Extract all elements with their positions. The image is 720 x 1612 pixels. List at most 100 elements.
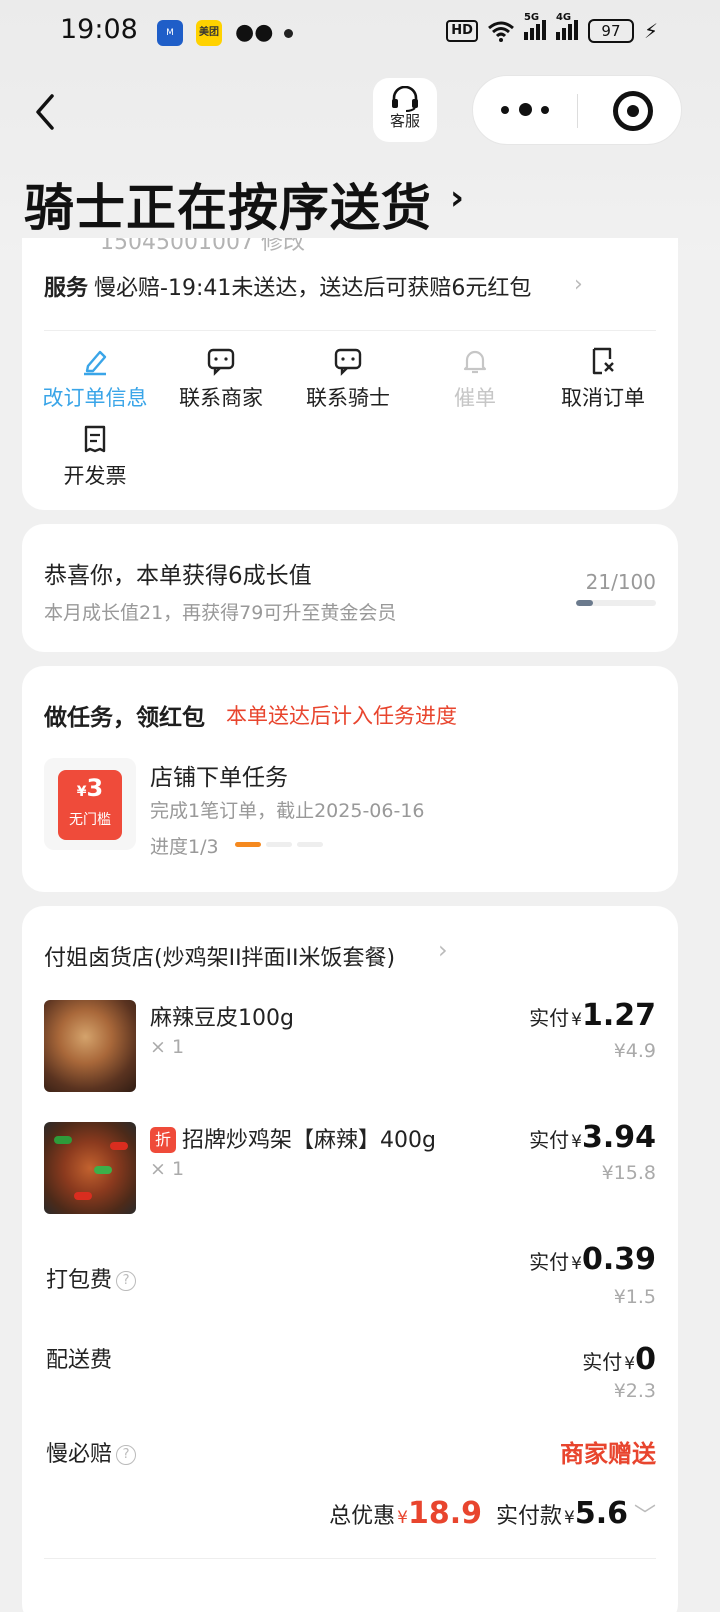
chat-icon <box>334 348 362 376</box>
product-image[interactable] <box>44 1122 136 1214</box>
cancel-order-button[interactable]: 取消订单 <box>538 346 668 412</box>
currency-symbol: ¥ <box>564 1508 575 1528</box>
growth-progress-fill <box>576 600 593 606</box>
currency-symbol: ¥ <box>571 1132 582 1152</box>
issue-invoice-label: 开发票 <box>63 464 127 488</box>
issue-invoice-button[interactable]: 开发票 <box>30 424 160 490</box>
total-paid-label: 实付款 <box>495 1504 562 1529</box>
product-original-price: ¥4.9 <box>613 1040 656 1062</box>
paid-value: 0 <box>635 1342 656 1377</box>
back-arrow-icon <box>36 94 54 130</box>
charging-icon: ⚡ <box>643 19 658 43</box>
battery-indicator: 97 <box>587 19 634 43</box>
delivery-fee-original: ¥2.3 <box>613 1380 656 1402</box>
meituan-app-icon: 美团 <box>196 20 222 46</box>
task-progress-segment <box>235 842 261 847</box>
urge-order-label: 催单 <box>454 386 496 410</box>
edit-order-label: 改订单信息 <box>42 386 148 410</box>
task-section-title: 做任务，领红包 <box>44 705 205 731</box>
customer-service-button[interactable]: 客服 <box>373 78 437 142</box>
invoice-icon <box>84 425 106 453</box>
coupon-icon: ¥3 无门槛 <box>58 770 122 840</box>
shop-name[interactable]: 付姐卤货店(炒鸡架II拌面II米饭套餐) <box>44 940 395 972</box>
product-image[interactable] <box>44 1000 136 1092</box>
more-dots-icon <box>501 106 509 114</box>
discount-tag: 折 <box>150 1127 176 1153</box>
hd-voice-icon: HD <box>446 20 478 42</box>
urge-order-button[interactable]: 催单 <box>410 346 540 412</box>
chevron-right-icon[interactable]: › <box>438 936 448 964</box>
coupon-value: 3 <box>86 774 104 802</box>
paid-label: 实付 <box>529 1250 570 1274</box>
product-name-text: 招牌炒鸡架【麻辣】400g <box>182 1128 436 1153</box>
currency-symbol: ¥ <box>571 1254 582 1274</box>
chevron-down-icon[interactable]: ﹀ <box>634 1498 656 1530</box>
status-indicators: HD 5G 4G 97 ⚡ <box>446 12 658 46</box>
edit-order-button[interactable]: 改订单信息 <box>30 346 160 412</box>
product-name: 麻辣豆皮100g <box>150 1006 294 1031</box>
wifi-icon <box>487 21 514 42</box>
capsule-divider <box>577 94 578 128</box>
mobile-app-icon: M <box>157 20 183 46</box>
slow-compensation-label: 慢必赔? <box>46 1436 137 1468</box>
contact-rider-button[interactable]: 联系骑士 <box>283 346 413 412</box>
customer-service-label: 客服 <box>389 112 420 130</box>
paid-value: 0.39 <box>581 1242 656 1277</box>
service-text: 慢必赔-19:41未送达，送达后可获赔6元红包 <box>94 276 532 301</box>
signal-5g: 5G <box>523 12 546 44</box>
product-quantity: × 1 <box>150 1158 185 1180</box>
help-icon[interactable]: ? <box>116 1445 137 1465</box>
total-paid-value: 5.6 <box>574 1496 628 1531</box>
order-total-row[interactable]: 总优惠 ¥ 18.9 实付款 ¥ 5.6 ﹀ <box>329 1496 656 1531</box>
wechat-app-icon: ●● <box>235 20 274 45</box>
target-icon <box>627 105 639 117</box>
task-description: 完成1笔订单，截止2025-06-16 <box>150 800 425 822</box>
bell-icon <box>463 350 487 374</box>
coupon-tag: 无门槛 <box>69 812 111 828</box>
cancel-order-label: 取消订单 <box>561 386 645 410</box>
service-row[interactable]: 服务 慢必赔-19:41未送达，送达后可获赔6元红包 <box>44 270 531 302</box>
close-mini-program-button[interactable] <box>613 91 653 131</box>
product-paid-price: 实付 ¥3.94 <box>529 1120 656 1155</box>
headset-icon <box>392 86 418 112</box>
currency-symbol: ¥ <box>397 1508 408 1528</box>
packing-fee-text: 打包费 <box>46 1268 113 1293</box>
packing-fee-label: 打包费? <box>46 1262 137 1294</box>
mini-program-capsule <box>472 75 682 145</box>
packing-fee-paid: 实付 ¥0.39 <box>529 1242 656 1277</box>
packing-fee-original: ¥1.5 <box>613 1286 656 1308</box>
help-icon[interactable]: ? <box>116 1271 137 1291</box>
growth-card[interactable]: 恭喜你，本单获得6成长值 本月成长值21，再获得79可升至黄金会员 21/100 <box>22 524 678 652</box>
currency-symbol: ¥ <box>624 1354 636 1374</box>
divider <box>44 1558 656 1559</box>
more-dots-icon-right <box>541 106 549 114</box>
task-section-note: 本单送达后计入任务进度 <box>226 704 457 728</box>
page-title[interactable]: 骑士正在按序送货 <box>24 168 432 240</box>
total-discount-label: 总优惠 <box>329 1504 396 1529</box>
contact-merchant-label: 联系商家 <box>179 386 263 410</box>
growth-title: 恭喜你，本单获得6成长值 <box>44 563 312 589</box>
signal-4g: 4G <box>555 12 578 44</box>
back-button[interactable] <box>32 92 62 132</box>
more-menu-button[interactable] <box>501 98 551 122</box>
paid-value: 3.94 <box>581 1120 656 1155</box>
product-name: 折招牌炒鸡架【麻辣】400g <box>150 1122 436 1154</box>
coupon-amount: ¥3 <box>58 770 122 810</box>
notification-dot <box>284 29 293 38</box>
chevron-right-icon: › <box>574 272 583 297</box>
divider <box>44 330 656 331</box>
task-name: 店铺下单任务 <box>150 765 288 791</box>
more-dots-icon-center <box>519 103 532 116</box>
task-progress-segment <box>297 842 323 847</box>
product-paid-price: 实付 ¥1.27 <box>529 998 656 1033</box>
chat-icon <box>207 348 235 376</box>
contact-rider-label: 联系骑士 <box>306 386 390 410</box>
coupon-badge: ¥3 无门槛 <box>44 758 136 850</box>
product-quantity: × 1 <box>150 1036 185 1058</box>
order-info-card: 15045001007 修改 服务 慢必赔-19:41未送达，送达后可获赔6元红包… <box>22 238 678 510</box>
chevron-right-icon[interactable]: › <box>450 178 464 218</box>
growth-progress-text: 21/100 <box>585 570 656 594</box>
contact-merchant-button[interactable]: 联系商家 <box>156 346 286 412</box>
task-progress-text: 进度1/3 <box>150 836 219 858</box>
edit-icon <box>84 350 107 376</box>
